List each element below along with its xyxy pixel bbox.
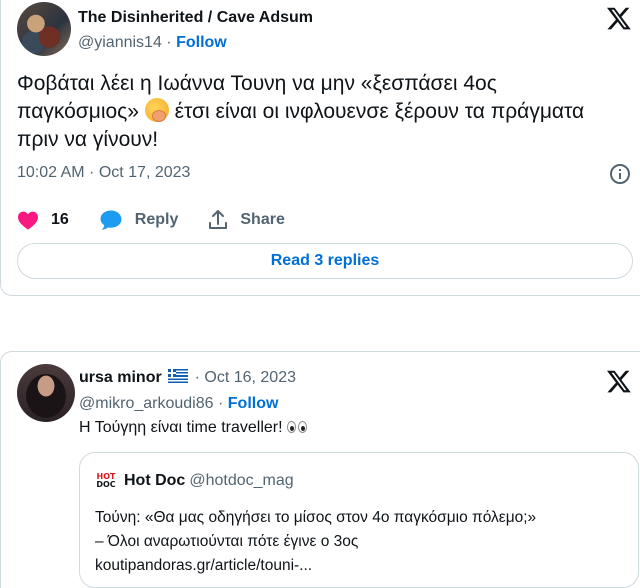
author-handle-line: @yiannis14 · Follow [78, 34, 227, 52]
greece-flag-icon [168, 369, 189, 383]
quoted-link[interactable]: koutipandoras.gr/article/touni-... [95, 554, 635, 578]
logo-line-2: DOC [96, 480, 116, 489]
heart-icon [18, 211, 38, 230]
quoted-tweet[interactable]: HOT DOC Hot Doc @hotdoc_mag Τούνη: «Θα μα… [79, 452, 639, 588]
follow-button[interactable]: Follow [228, 395, 279, 412]
x-logo-icon[interactable] [606, 5, 632, 31]
quoted-line-1: Τούνη: «Θα μας οδηγήσει το μίσος στον 4ο… [95, 509, 537, 526]
action-bar: 16 Reply Share [17, 205, 315, 235]
like-count: 16 [51, 211, 69, 228]
tweet-text-content: Η Τούγηη είναι time traveller! [79, 419, 288, 436]
share-label: Share [240, 211, 285, 228]
separator-dot: · [166, 34, 172, 51]
read-replies-button[interactable]: Read 3 replies [17, 243, 633, 279]
separator-dot: · [194, 369, 200, 386]
author-handle[interactable]: @mikro_arkoudi86 [79, 395, 214, 412]
eyes-emoji-icon [287, 420, 309, 434]
separator-dot: · [217, 395, 224, 412]
info-icon[interactable] [610, 164, 630, 184]
quoted-author-handle: @hotdoc_mag [189, 472, 294, 489]
quoted-author-line: Hot Doc @hotdoc_mag [124, 472, 294, 490]
author-name-line: ursa minor · Oct 16, 2023 [79, 369, 296, 387]
author-handle-line: @mikro_arkoudi86 · Follow [79, 395, 278, 413]
share-icon [209, 210, 228, 229]
hotdoc-logo-icon: HOT DOC [95, 473, 117, 491]
yawning-face-emoji-icon [144, 98, 169, 122]
reply-bubble-icon [100, 210, 122, 230]
reply-button[interactable]: Reply [99, 209, 179, 231]
quoted-text: Τούνη: «Θα μας οδηγήσει το μίσος στον 4ο… [95, 506, 635, 578]
tweet-text: Φοβάται λέει η Ιωάννα Τουνη να μην «ξεσπ… [17, 70, 597, 154]
reply-label: Reply [134, 211, 179, 228]
author-handle[interactable]: @yiannis14 [78, 34, 162, 51]
author-name[interactable]: ursa minor [79, 369, 162, 386]
follow-button[interactable]: Follow [176, 34, 227, 51]
x-logo-icon[interactable] [606, 368, 632, 394]
tweet-timestamp[interactable]: 10:02 AM · Oct 17, 2023 [17, 164, 190, 182]
share-button[interactable]: Share [208, 209, 285, 231]
avatar[interactable] [17, 2, 71, 56]
author-name[interactable]: The Disinherited / Cave Adsum [78, 9, 313, 27]
tweet-date[interactable]: Oct 16, 2023 [204, 369, 296, 386]
quoted-author-name: Hot Doc [124, 472, 186, 489]
avatar[interactable] [17, 364, 75, 422]
quoted-line-2: – Όλοι αναρωτιούνται πότε έγινε ο 3ος [95, 533, 359, 550]
tweet-text: Η Τούγηη είναι time traveller! [79, 419, 309, 437]
like-button[interactable]: 16 [17, 210, 69, 230]
